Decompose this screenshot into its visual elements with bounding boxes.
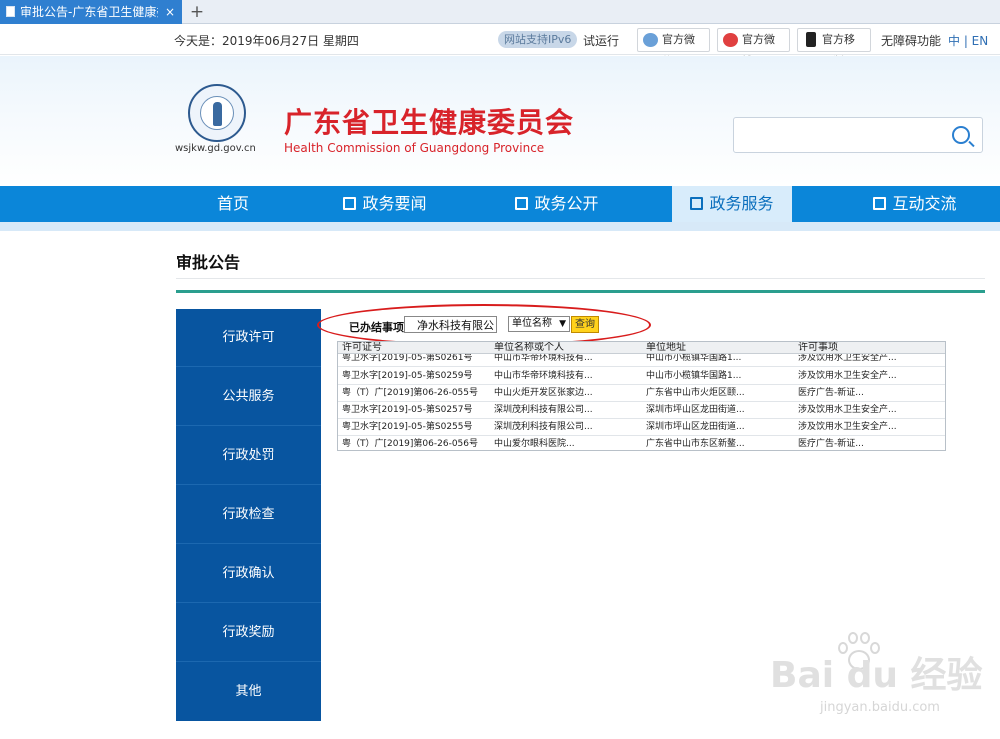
results-table[interactable]: 粤卫水字[2019]-05-第S0261号 中山市华帝环境科技有... 中山市小…	[337, 341, 946, 451]
cell-license-item: 医疗广告-新证...	[798, 388, 864, 398]
clipboard-icon	[690, 197, 704, 210]
cell-unit-name: 深圳茂利科技有限公司...	[494, 405, 593, 415]
table-row[interactable]: 粤（T）广[2019]第06-26-056号 中山爱尔眼科医院... 广东省中山…	[338, 436, 945, 450]
main-nav: 首页 政务要闻 政务公开 政务服务 互动交流	[0, 186, 1000, 222]
cell-unit-name: 中山爱尔眼科医院...	[494, 439, 575, 449]
browser-tab[interactable]: 审批公告-广东省卫生健康委员 ×	[0, 0, 182, 24]
language-switch[interactable]: 中 | EN	[948, 32, 988, 49]
cell-unit-name: 深圳茂利科技有限公司...	[494, 422, 593, 432]
new-tab-button[interactable]: +	[189, 0, 205, 24]
query-input[interactable]: 净水科技有限公司	[404, 316, 497, 333]
cell-unit-address: 深圳市坪山区龙田街道...	[646, 422, 745, 432]
site-logo[interactable]	[188, 84, 246, 142]
watermark-url: jingyan.baidu.com	[820, 700, 940, 715]
chevron-down-icon: ▼	[559, 319, 566, 329]
sidebar: 行政许可 公共服务 行政处罚 行政检查 行政确认 行政奖励 其他	[176, 309, 321, 721]
sidebar-item-admin-reward[interactable]: 行政奖励	[176, 604, 321, 662]
tab-title: 审批公告-广东省卫生健康委员	[20, 5, 158, 19]
cell-license-no: 粤（T）广[2019]第06-26-056号	[342, 439, 479, 449]
top-info-bar: 今天是：2019年06月27日 星期四 网站支持IPv6 试运行 官方微信 官方…	[0, 25, 1000, 68]
nav-service-label: 政务服务	[709, 194, 774, 213]
cell-license-no: 粤卫水字[2019]-05-第S0255号	[342, 422, 473, 432]
cell-license-item: 涉及饮用水卫生安全产...	[798, 371, 897, 381]
trial-run-label: 试运行	[583, 34, 620, 48]
logo-inner-ring	[200, 96, 234, 130]
nav-interact-label: 互动交流	[892, 194, 957, 213]
query-button[interactable]: 查询	[571, 316, 599, 333]
cell-license-item: 涉及饮用水卫生安全产...	[798, 405, 897, 415]
nav-gov-open[interactable]: 政务公开	[492, 186, 622, 222]
page-title: 审批公告	[176, 253, 241, 272]
sidebar-item-other[interactable]: 其他	[176, 663, 321, 721]
phone-icon	[806, 32, 816, 47]
close-tab-icon[interactable]: ×	[165, 0, 175, 24]
document-icon	[515, 197, 529, 210]
news-icon	[343, 197, 357, 210]
query-field-select[interactable]: 单位名称 ▼	[508, 316, 570, 332]
site-title: 广东省卫生健康委员会	[284, 106, 575, 139]
table-row[interactable]: 粤卫水字[2019]-05-第S0257号 深圳茂利科技有限公司... 深圳市坪…	[338, 402, 945, 419]
cell-unit-address: 广东省中山市东区新鳌...	[646, 439, 745, 449]
nav-open-label: 政务公开	[534, 194, 599, 213]
query-select-value: 单位名称	[512, 318, 552, 329]
wechat-button[interactable]: 官方微信	[637, 28, 710, 68]
col-license-item: 许可事项	[798, 342, 838, 353]
wechat-icon	[643, 33, 658, 47]
search-icon[interactable]	[952, 126, 970, 144]
divider	[176, 278, 985, 279]
table-row[interactable]: 粤（T）广[2019]第06-26-055号 中山火炬开发区张家边... 广东省…	[338, 385, 945, 402]
nav-home[interactable]: 首页	[190, 186, 276, 222]
col-license-no: 许可证号	[342, 342, 382, 353]
cell-unit-name: 中山火炬开发区张家边...	[494, 388, 593, 398]
weibo-button[interactable]: 官方微博	[717, 28, 790, 68]
accessibility-link[interactable]: 无障碍功能	[881, 32, 941, 49]
table-header: 许可证号 单位名称或个人 单位地址 许可事项	[338, 342, 945, 354]
accent-divider	[176, 290, 985, 293]
sidebar-item-admin-inspection[interactable]: 行政检查	[176, 486, 321, 544]
cell-unit-name: 中山市华帝环境科技有...	[494, 371, 593, 381]
chat-icon	[873, 197, 887, 210]
sidebar-item-admin-license[interactable]: 行政许可	[176, 309, 321, 367]
nav-gov-service[interactable]: 政务服务	[672, 186, 792, 222]
cell-unit-address: 中山市小榄镇华国路1...	[646, 371, 742, 381]
site-subtitle: Health Commission of Guangdong Province	[284, 141, 545, 155]
mobile-version-button[interactable]: 官方移动版	[797, 28, 871, 68]
cell-license-no: 粤卫水字[2019]-05-第S0259号	[342, 371, 473, 381]
nav-interaction[interactable]: 互动交流	[850, 186, 980, 222]
search-box[interactable]	[733, 117, 983, 153]
sidebar-item-admin-confirmation[interactable]: 行政确认	[176, 545, 321, 603]
sidebar-item-admin-penalty[interactable]: 行政处罚	[176, 427, 321, 485]
table-row[interactable]: 粤卫水字[2019]-05-第S0255号 深圳茂利科技有限公司... 深圳市坪…	[338, 419, 945, 436]
nav-news-label: 政务要闻	[362, 194, 427, 213]
col-unit-name: 单位名称或个人	[494, 342, 564, 353]
browser-tab-bar: 审批公告-广东省卫生健康委员 × +	[0, 0, 1000, 24]
nav-underline-band	[0, 222, 1000, 231]
cell-license-item: 医疗广告-新证...	[798, 439, 864, 449]
cell-unit-address: 深圳市坪山区龙田街道...	[646, 405, 745, 415]
ipv6-badge: 网站支持IPv6	[498, 31, 578, 48]
site-header: wsjkw.gd.gov.cn 广东省卫生健康委员会 Health Commis…	[0, 56, 1000, 186]
cell-license-item: 涉及饮用水卫生安全产...	[798, 422, 897, 432]
site-domain: wsjkw.gd.gov.cn	[175, 143, 256, 154]
document-icon	[6, 6, 15, 17]
weibo-icon	[723, 33, 738, 47]
current-date: 今天是：2019年06月27日 星期四	[174, 34, 359, 48]
logo-figure-icon	[213, 102, 222, 126]
cell-license-no: 粤（T）广[2019]第06-26-055号	[342, 388, 479, 398]
cell-unit-address: 广东省中山市火炬区颐...	[646, 388, 745, 398]
nav-news[interactable]: 政务要闻	[320, 186, 450, 222]
sidebar-item-public-service[interactable]: 公共服务	[176, 368, 321, 426]
watermark-brand: Bai du 经验	[770, 655, 983, 696]
table-row[interactable]: 粤卫水字[2019]-05-第S0259号 中山市华帝环境科技有... 中山市小…	[338, 368, 945, 385]
cell-license-no: 粤卫水字[2019]-05-第S0257号	[342, 405, 473, 415]
completed-items-label: 已办结事项	[349, 321, 404, 334]
col-unit-address: 单位地址	[646, 342, 686, 353]
